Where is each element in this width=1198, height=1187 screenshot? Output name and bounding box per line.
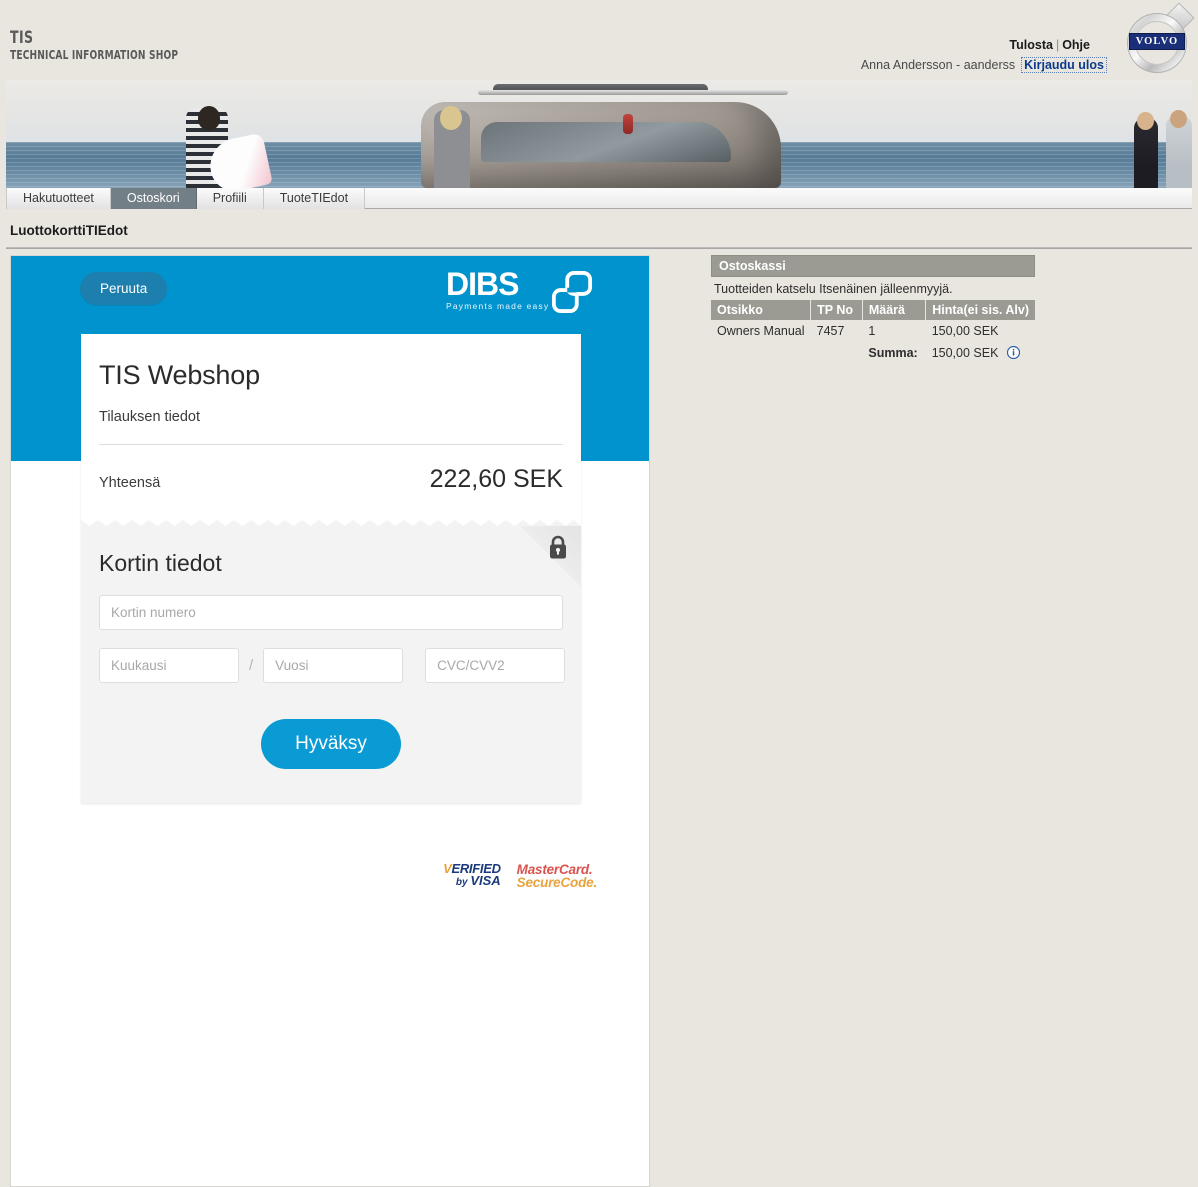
info-icon[interactable] — [1006, 346, 1020, 359]
cell-tpno: 7457 — [816, 324, 845, 338]
card-details-heading: Kortin tiedot — [99, 550, 222, 576]
col-hinta: Hinta(ei sis. Alv) — [925, 300, 1035, 320]
banner-person-4-head — [1170, 110, 1187, 128]
brand-subtitle: TECHNICAL INFORMATION SHOP — [10, 48, 179, 62]
sum-value-cell: 150,00 SEK — [926, 342, 1035, 364]
cart-header: Ostoskassi — [711, 255, 1035, 277]
tab-ostoskori[interactable]: Ostoskori — [110, 188, 197, 209]
tab-profiili[interactable]: Profiili — [196, 188, 264, 209]
main-content: Peruuta DIBS Payments made easy TIS Webs… — [0, 249, 1198, 1187]
cart-note: Tuotteiden katselu Itsenäinen jälleenmyy… — [714, 282, 953, 296]
cell-price: 150,00 SEK — [931, 324, 999, 338]
tab-tuotetiedot[interactable]: TuoteTIEdot — [263, 188, 366, 209]
username-label: Anna Andersson - aanderss — [860, 58, 1016, 72]
volvo-logo-icon: VOLVO — [1124, 2, 1195, 74]
col-maara: Määrä — [862, 300, 927, 320]
lock-icon — [550, 535, 566, 559]
page-title: LuottokorttiTIEdot — [10, 223, 128, 238]
tab-filler — [365, 188, 1192, 208]
payment-badges: VERIFIED by VISA MasterCard. SecureCode. — [11, 862, 649, 903]
volvo-wordmark: VOLVO — [1129, 33, 1185, 50]
logout-link[interactable]: Kirjaudu ulos — [1021, 57, 1107, 73]
cart-table-header-row: Otsikko TP No Määrä Hinta(ei sis. Alv) — [711, 300, 1035, 320]
securecode-label: SecureCode. — [516, 875, 598, 890]
cancel-button[interactable]: Peruuta — [80, 272, 168, 305]
cart-sum-row: Summa: 150,00 SEK — [711, 342, 1035, 364]
tab-hakutuotteet[interactable]: Hakutuotteet — [6, 188, 111, 209]
card-details-section: Kortin tiedot / Hyväksy — [81, 526, 581, 803]
visa-wordmark: VISA — [470, 873, 501, 888]
banner-person-3-head — [1137, 112, 1154, 130]
banner-car-window — [481, 122, 731, 162]
shopping-cart-panel: Ostoskassi Tuotteiden katselu Itsenäinen… — [711, 255, 1035, 364]
expiry-month-input[interactable] — [99, 648, 239, 683]
order-summary-section: TIS Webshop Tilauksen tiedot Yhteensä 22… — [81, 334, 581, 516]
col-otsikko: Otsikko — [711, 300, 812, 320]
visa-by-label: by — [455, 877, 471, 888]
banner-person-2-head — [440, 106, 462, 130]
sum-spacer-2 — [811, 342, 863, 364]
dibs-payment-panel: Peruuta DIBS Payments made easy TIS Webs… — [10, 255, 650, 1187]
cart-table: Otsikko TP No Määrä Hinta(ei sis. Alv) O… — [711, 300, 1035, 364]
expiry-separator: / — [249, 657, 254, 674]
link-separator: | — [1055, 38, 1060, 52]
shop-title: TIS Webshop — [99, 360, 260, 390]
top-header: TIS TECHNICAL INFORMATION SHOP Tulosta | O… — [0, 0, 1198, 80]
help-link[interactable]: Ohje — [1062, 38, 1090, 52]
print-link[interactable]: Tulosta — [1009, 38, 1053, 52]
dibs-chain-icon — [551, 271, 593, 313]
main-nav-tabs: Hakutuotteet Ostoskori Profiili TuoteTIE… — [6, 188, 1192, 209]
hero-banner-image — [6, 80, 1192, 188]
cell-qty: 1 — [868, 324, 876, 338]
banner-roof-rack — [478, 90, 788, 95]
header-links: Tulosta | Ohje — [1009, 38, 1090, 52]
col-tpno: TP No — [810, 300, 863, 320]
sum-spacer — [711, 342, 811, 364]
order-subtitle: Tilauksen tiedot — [99, 409, 201, 425]
mastercard-securecode-icon: MasterCard. SecureCode. — [516, 863, 598, 903]
banner-car — [421, 102, 781, 188]
dibs-logo: DIBS Payments made easy — [446, 268, 593, 316]
cell-title: Owners Manual — [717, 324, 805, 338]
brand-title: TIS — [10, 28, 34, 48]
total-row: Yhteensä 222,60 SEK — [99, 445, 563, 516]
table-row: Owners Manual 7457 1 150,00 SEK — [711, 320, 1035, 342]
expiry-row: / — [99, 634, 566, 683]
perforated-edge — [81, 516, 581, 526]
sum-label: Summa: — [868, 346, 918, 360]
payment-card: TIS Webshop Tilauksen tiedot Yhteensä 22… — [81, 334, 581, 803]
total-value: 222,60 SEK — [429, 465, 563, 493]
card-number-input[interactable] — [99, 595, 563, 630]
verified-by-visa-icon: VERIFIED by VISA — [443, 862, 501, 903]
approve-button[interactable]: Hyväksy — [261, 719, 401, 769]
cvc-input[interactable] — [425, 648, 566, 683]
total-label: Yhteensä — [99, 475, 161, 491]
perforated-teeth — [81, 520, 581, 526]
expiry-year-input[interactable] — [263, 648, 404, 683]
user-row: Anna Andersson - aanderss Kirjaudu ulos — [861, 57, 1107, 73]
sum-value: 150,00 SEK — [931, 346, 999, 360]
banner-person-1-head — [198, 106, 220, 130]
brand-logo: TIS TECHNICAL INFORMATION SHOP — [10, 28, 210, 63]
banner-car-taillight-right — [623, 114, 633, 134]
approve-button-wrap: Hyväksy — [99, 719, 563, 769]
